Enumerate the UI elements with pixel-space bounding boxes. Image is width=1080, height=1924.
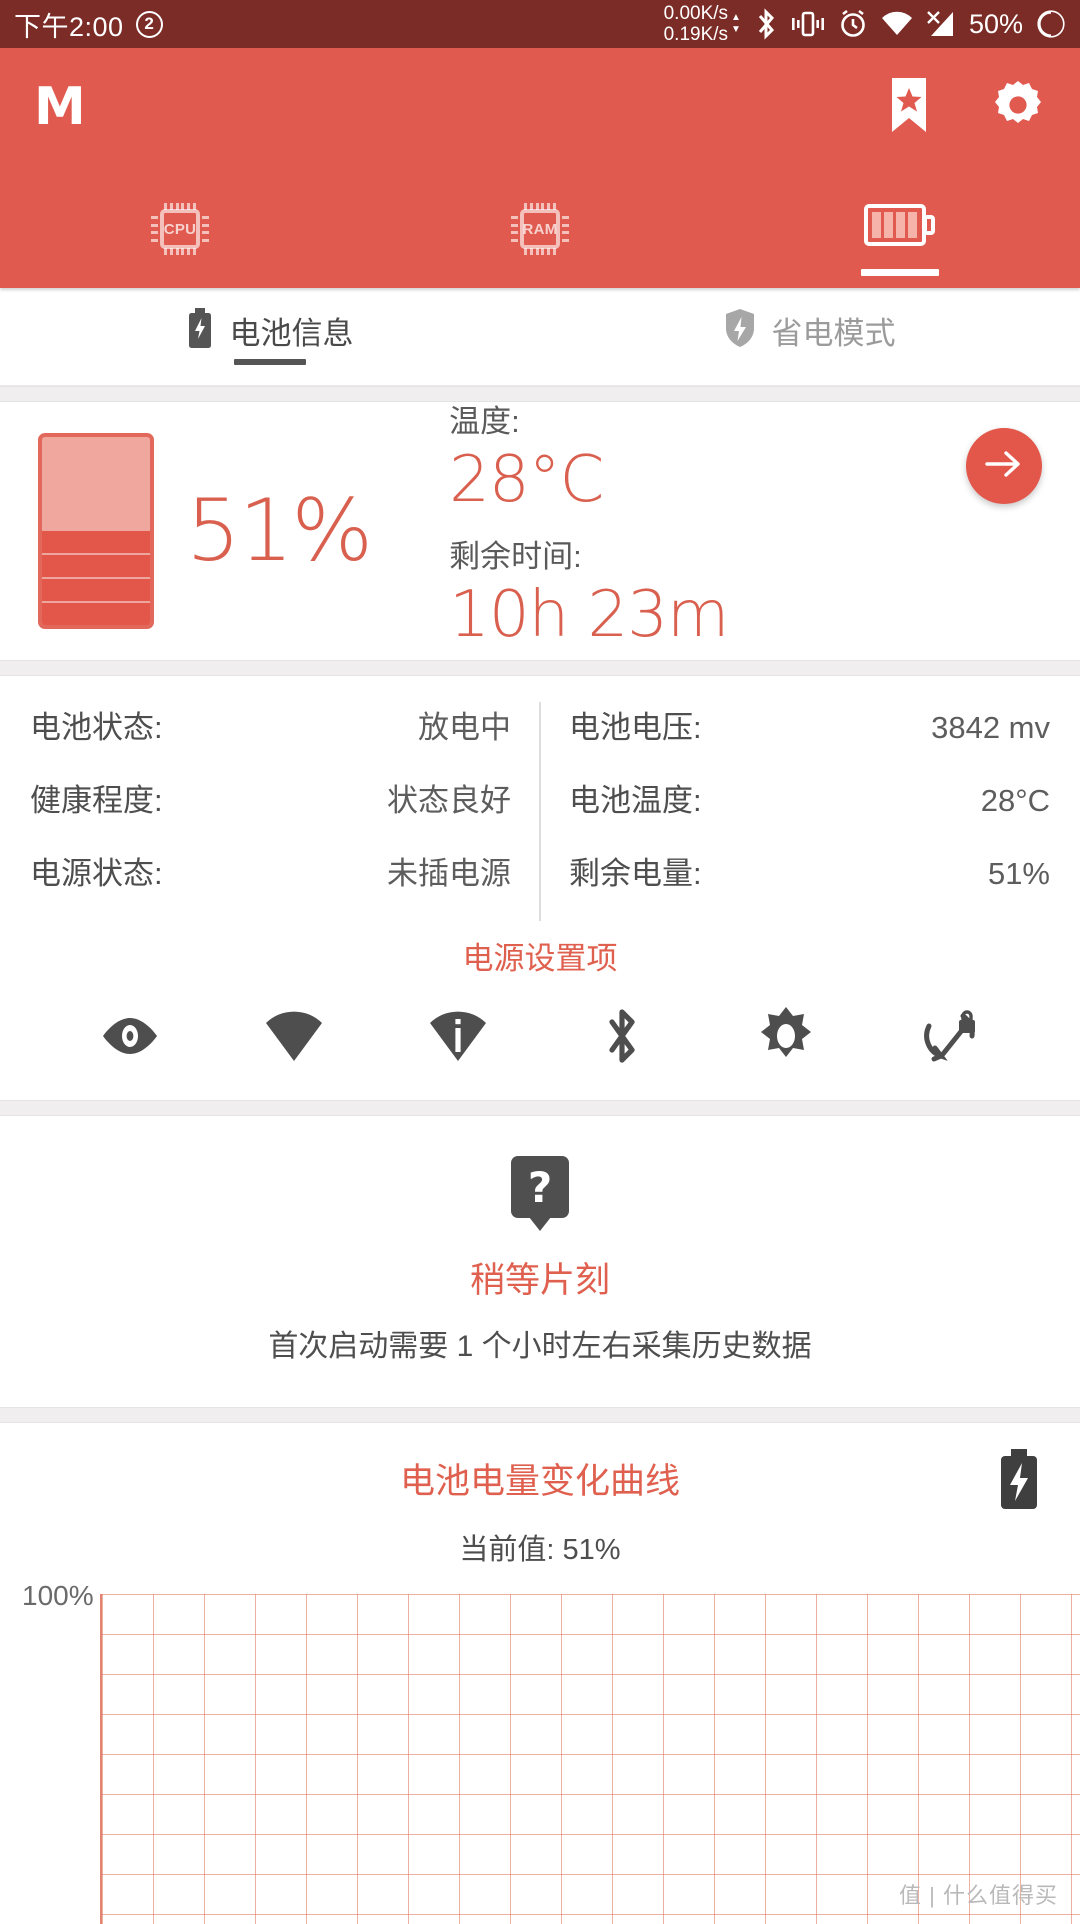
info-table-left-column: 电池状态: 放电中 健康程度: 状态良好 电源状态: 未插电源 [30,702,541,921]
battery-icon [1036,9,1066,39]
table-row: 电源状态: 未插电源 [30,848,511,893]
mobile-data-icon[interactable] [376,1006,540,1066]
app-header-tabs: CPU RAM [0,166,1080,284]
app-logo: M [34,77,86,137]
status-bar: 下午2:00 2 0.00K/s 0.19K/s ▲ ▼ 50% [0,0,1080,48]
network-speed-indicator: 0.00K/s 0.19K/s ▲ ▼ [664,3,741,46]
net-speed-up: 0.00K/s [663,2,729,24]
table-row: 电池电压: 3842 mv [569,702,1050,747]
sub-tab-battery-info-label: 电池信息 [229,316,354,351]
temperature-label: 温度: [449,404,520,439]
info-value: 28°C [980,783,1050,818]
section-divider-3 [0,1100,1080,1116]
battery-level-fill [42,529,150,625]
brightness-icon[interactable] [704,1006,868,1066]
info-key: 剩余电量: [569,856,702,891]
table-row: 健康程度: 状态良好 [30,775,511,820]
status-clock: 下午2:00 [14,11,124,42]
info-value: 放电中 [418,710,511,745]
chart-current-value: 当前值: 51% [459,1534,621,1566]
app-header-top-row: M [0,48,1080,166]
status-right-group: 0.00K/s 0.19K/s ▲ ▼ 50% [664,3,1066,46]
vibrate-icon [791,9,825,39]
battery-tab-icon [864,200,936,255]
gear-icon[interactable] [990,77,1046,138]
info-value: 51% [987,856,1050,891]
info-table-right-column: 电池电压: 3842 mv 电池温度: 28°C 剩余电量: 51% [541,702,1050,921]
battery-bolt-icon[interactable] [998,1449,1040,1514]
bluetooth-icon [754,8,778,40]
signal-off-icon [926,10,956,38]
info-key: 电池温度: [569,783,702,818]
watermark: 值 | 什么值得买 [899,1883,1058,1908]
temperature-value: 28°C [449,443,604,517]
sub-tab-battery-info-underline [234,359,306,365]
net-up-arrow-icon: ▲ [731,12,741,23]
sub-tab-battery-info[interactable]: 电池信息 [0,288,540,385]
net-speed-down: 0.19K/s [663,24,729,45]
remaining-time-value: 10h 23m [449,578,729,652]
chart-ytick-label: 100% [22,1580,94,1611]
info-key: 健康程度: [30,783,163,818]
battery-bolt-icon [187,308,213,353]
battery-percent-value: 51% [186,481,373,581]
app-header: M CPU RAM [0,48,1080,288]
wifi-icon[interactable] [212,1006,376,1066]
info-value: 状态良好 [387,783,511,818]
battery-info-table: 电池状态: 放电中 健康程度: 状态良好 电源状态: 未插电源 电池电压: 38… [0,676,1080,927]
sub-tab-power-save-label: 省电模式 [771,316,896,351]
arrow-right-icon [984,448,1024,485]
info-key: 电池电压: [569,710,702,745]
tab-ram[interactable]: RAM [360,166,720,284]
tab-battery-indicator [861,269,939,276]
chart-header: 电池电量变化曲线 当前值: 51% [0,1449,1080,1568]
section-divider-4 [0,1407,1080,1423]
wait-title: 稍等片刻 [469,1261,610,1300]
wait-subtitle: 首次启动需要 1 个小时左右采集历史数据 [268,1330,812,1363]
sleep-eye-icon[interactable] [48,1006,212,1066]
notification-count-badge: 2 [135,10,163,38]
remaining-time-label: 剩余时间: [449,539,582,574]
ram-chip-icon: RAM [511,203,569,255]
table-row: 电池状态: 放电中 [30,702,511,747]
battery-level-graphic [38,433,154,629]
power-settings-icon-row [0,988,1080,1100]
battery-hero-section: 51% 温度: 28°C 剩余时间: 10h 23m [0,402,1080,660]
app-header-actions [886,76,1046,139]
tab-cpu-label: CPU [163,220,197,238]
next-detail-button[interactable] [966,428,1042,504]
bookmark-star-icon[interactable] [886,76,932,139]
info-value: 3842 mv [931,710,1050,745]
alarm-icon [838,9,868,39]
question-tooltip-icon: ? [511,1156,569,1218]
rotation-lock-icon[interactable] [868,1006,1032,1066]
battery-history-chart: 电池电量变化曲线 当前值: 51% 100% 值 | 什么值得买 [0,1423,1080,1924]
table-row: 剩余电量: 51% [569,848,1050,893]
chart-grid [100,1594,1080,1924]
tab-ram-label: RAM [522,220,558,238]
tab-cpu[interactable]: CPU [0,166,360,284]
sub-tab-bar: 电池信息 省电模式 [0,288,1080,386]
info-key: 电源状态: [30,856,163,891]
hero-stats: 温度: 28°C 剩余时间: 10h 23m [449,396,729,666]
shield-bolt-icon [725,308,755,353]
chart-plot-area: 100% 值 | 什么值得买 [0,1580,1080,1924]
cpu-chip-icon: CPU [151,203,209,255]
info-key: 电池状态: [30,710,163,745]
bluetooth-icon[interactable] [540,1006,704,1066]
info-value: 未插电源 [387,856,511,891]
status-battery-percent: 50% [968,8,1023,39]
history-wait-block: ? 稍等片刻 首次启动需要 1 个小时左右采集历史数据 [0,1116,1080,1407]
wifi-icon [881,11,913,37]
chart-title: 电池电量变化曲线 [399,1462,680,1501]
table-row: 电池温度: 28°C [569,775,1050,820]
net-down-arrow-icon: ▼ [731,24,741,35]
sub-tab-power-save[interactable]: 省电模式 [540,288,1080,385]
power-settings-link[interactable]: 电源设置项 [0,927,1080,988]
tab-battery[interactable] [720,166,1080,284]
